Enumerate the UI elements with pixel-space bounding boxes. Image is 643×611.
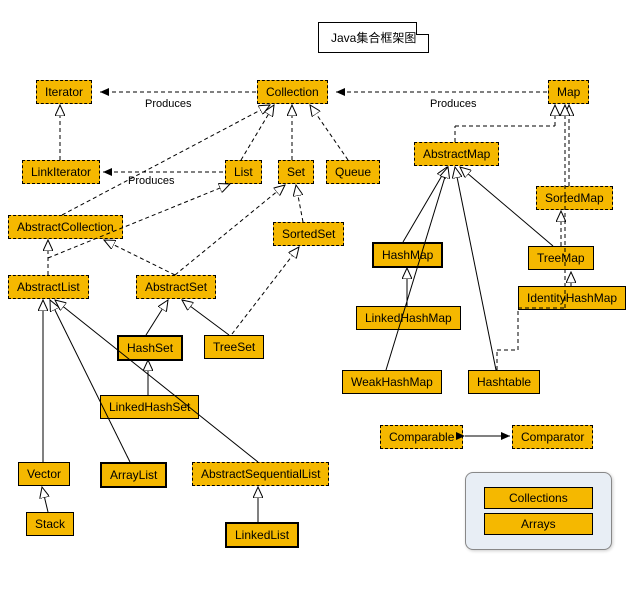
node-comparable: Comparable: [380, 425, 463, 449]
node-abstractset: AbstractSet: [136, 275, 216, 299]
node-hashset: HashSet: [117, 335, 183, 361]
node-abstractcollection: AbstractCollection: [8, 215, 123, 239]
node-linkedlist: LinkedList: [225, 522, 299, 548]
node-abstractsequentiallist: AbstractSequentialList: [192, 462, 329, 486]
node-identityhashmap: IdentityHashMap: [518, 286, 626, 310]
node-abstractlist: AbstractList: [8, 275, 89, 299]
legend-arrays: Arrays: [484, 513, 593, 535]
legend-box: Collections Arrays: [465, 472, 612, 550]
node-sortedset: SortedSet: [273, 222, 344, 246]
node-abstractmap: AbstractMap: [414, 142, 499, 166]
node-hashtable: Hashtable: [468, 370, 540, 394]
diagram-title: Java集合框架图: [331, 31, 416, 45]
node-weakhashmap: WeakHashMap: [342, 370, 442, 394]
legend-collections: Collections: [484, 487, 593, 509]
diagram-title-note: Java集合框架图: [318, 22, 429, 53]
node-iterator: Iterator: [36, 80, 92, 104]
node-stack: Stack: [26, 512, 74, 536]
note-fold-icon: [416, 22, 429, 35]
node-set: Set: [278, 160, 314, 184]
node-queue: Queue: [326, 160, 380, 184]
node-linkiterator: LinkIterator: [22, 160, 100, 184]
node-list: List: [225, 160, 262, 184]
node-hashmap: HashMap: [372, 242, 443, 268]
node-sortedmap: SortedMap: [536, 186, 613, 210]
node-linkedhashmap: LinkedHashMap: [356, 306, 461, 330]
edge-label-produces-2: Produces: [430, 98, 476, 110]
edge-label-produces-3: Produces: [128, 175, 174, 187]
node-treeset: TreeSet: [204, 335, 264, 359]
node-comparator: Comparator: [512, 425, 593, 449]
node-vector: Vector: [18, 462, 70, 486]
node-treemap: TreeMap: [528, 246, 594, 270]
node-arraylist: ArrayList: [100, 462, 167, 488]
edge-label-produces-1: Produces: [145, 98, 191, 110]
node-collection: Collection: [257, 80, 328, 104]
node-linkedhashset: LinkedHashSet: [100, 395, 199, 419]
node-map: Map: [548, 80, 589, 104]
